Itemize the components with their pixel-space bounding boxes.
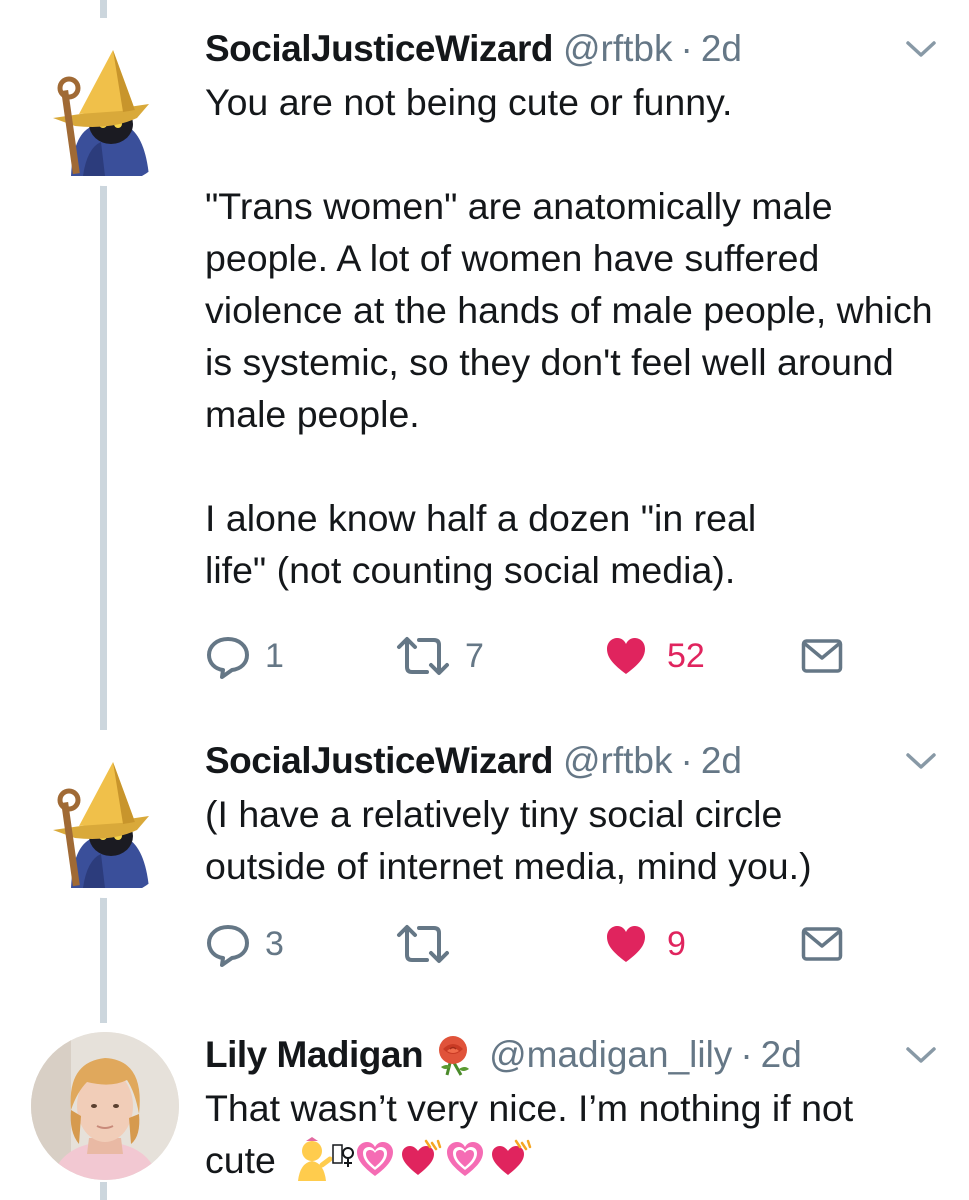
- tweet-text: That wasn’t very nice. I’m nothing if no…: [205, 1082, 945, 1186]
- chevron-down-icon[interactable]: [905, 1044, 937, 1066]
- sparkling-heart-icon: [447, 1142, 484, 1176]
- username[interactable]: @rftbk: [563, 740, 673, 782]
- retweet-icon: [397, 925, 449, 963]
- revolving-hearts-icon: [402, 1139, 442, 1175]
- reply-icon: [207, 925, 249, 967]
- tweet-actions: 3 9: [205, 919, 945, 969]
- separator: ·: [740, 1034, 753, 1075]
- tweet-header: SocialJusticeWizard @rftbk · 2d: [205, 24, 742, 74]
- retweet-button[interactable]: [395, 919, 465, 969]
- tweet[interactable]: SocialJusticeWizard @rftbk · 2d You are …: [0, 24, 969, 714]
- display-name[interactable]: SocialJusticeWizard: [205, 740, 553, 782]
- direct-message-button[interactable]: [801, 631, 843, 681]
- tweet-header: SocialJusticeWizard @rftbk · 2d: [205, 736, 742, 786]
- retweet-button[interactable]: 7: [395, 631, 484, 681]
- reply-button[interactable]: 1: [205, 631, 284, 681]
- separator: ·: [680, 28, 693, 69]
- avatar[interactable]: [31, 750, 179, 898]
- wizard-avatar-icon: [31, 38, 179, 186]
- heart-icon: [607, 638, 645, 674]
- timestamp[interactable]: 2d: [701, 740, 742, 782]
- chevron-down-icon[interactable]: [905, 38, 937, 60]
- tweet-paragraph: I alone know half a dozen "in real life"…: [205, 497, 757, 591]
- username[interactable]: @madigan_lily: [489, 1034, 732, 1076]
- like-button[interactable]: 9: [605, 919, 686, 969]
- avatar[interactable]: [31, 38, 179, 186]
- tweet-line: That wasn’t very nice. I’m nothing if no…: [205, 1087, 854, 1129]
- tweet-text: You are not being cute or funny. "Trans …: [205, 76, 945, 596]
- emoji-sequence: 💁‍♀💗💞💗💞: [292, 1137, 534, 1181]
- tweet-text: (I have a relatively tiny social circle …: [205, 788, 885, 892]
- direct-message-button[interactable]: [801, 919, 843, 969]
- like-count: 52: [667, 636, 705, 675]
- tweet-line: cute 💁‍♀💗💞💗💞: [205, 1134, 945, 1186]
- envelope-icon: [801, 639, 843, 673]
- envelope-icon: [801, 927, 843, 961]
- separator: ·: [680, 740, 693, 781]
- tweet[interactable]: Lily Madigan @madigan_lily · 2d That was…: [0, 1030, 969, 1200]
- thread-line: [100, 0, 107, 18]
- female-sign-icon: [332, 1144, 355, 1167]
- tweet-actions: 1 7 52: [205, 631, 945, 681]
- display-name[interactable]: SocialJusticeWizard: [205, 28, 553, 70]
- rose-icon: [439, 1036, 470, 1076]
- person-tipping-hand-icon: [298, 1137, 333, 1181]
- tweet-header: Lily Madigan @madigan_lily · 2d: [205, 1030, 802, 1080]
- timestamp[interactable]: 2d: [701, 28, 742, 70]
- tweet-word: cute: [205, 1139, 276, 1181]
- heart-icon: [607, 926, 645, 962]
- display-name[interactable]: Lily Madigan: [205, 1034, 424, 1076]
- profile-photo-icon: [31, 1032, 179, 1180]
- tweet[interactable]: SocialJusticeWizard @rftbk · 2d (I have …: [0, 736, 969, 1006]
- tweet-paragraph: "Trans women" are anatomically male peop…: [205, 185, 933, 435]
- revolving-hearts-icon: [492, 1139, 532, 1175]
- retweet-icon: [397, 637, 449, 675]
- tweet-paragraph: You are not being cute or funny.: [205, 81, 733, 123]
- wizard-avatar-icon: [31, 750, 179, 898]
- like-count: 9: [667, 924, 686, 963]
- sparkling-heart-icon: [357, 1142, 394, 1176]
- retweet-count: 7: [465, 636, 484, 675]
- reply-count: 3: [265, 924, 284, 963]
- chevron-down-icon[interactable]: [905, 750, 937, 772]
- avatar[interactable]: [31, 1032, 179, 1180]
- reply-count: 1: [265, 636, 284, 675]
- username[interactable]: @rftbk: [563, 28, 673, 70]
- tweet-paragraph: (I have a relatively tiny social circle …: [205, 793, 812, 887]
- reply-icon: [207, 637, 249, 679]
- timestamp[interactable]: 2d: [761, 1034, 802, 1076]
- like-button[interactable]: 52: [605, 631, 705, 681]
- reply-button[interactable]: 3: [205, 919, 284, 969]
